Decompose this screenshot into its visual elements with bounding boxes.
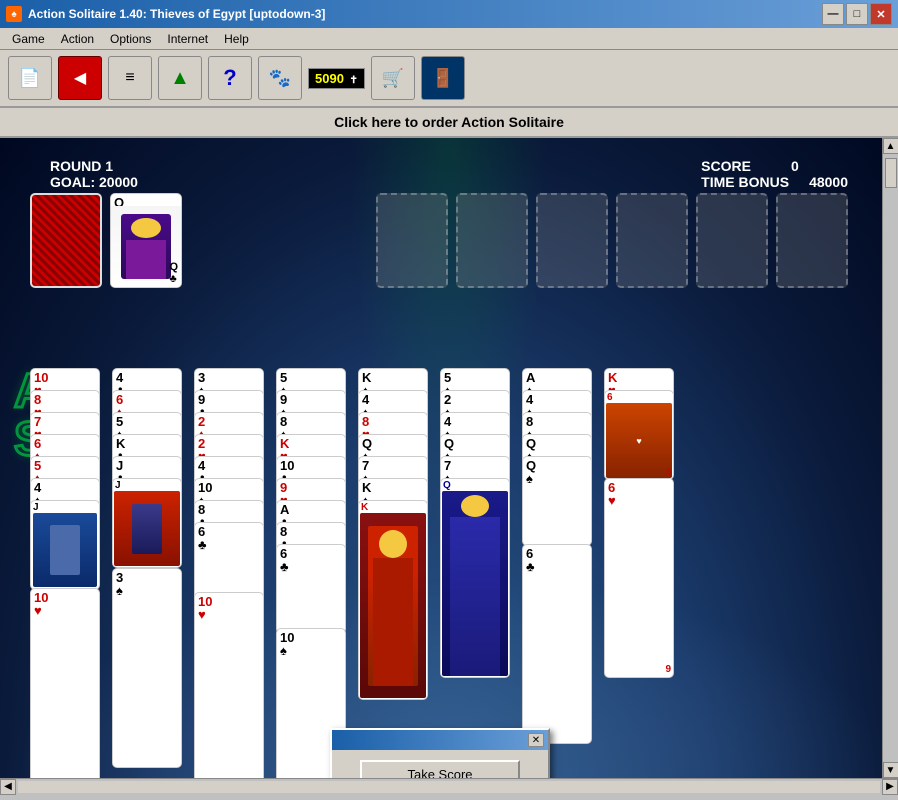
maximize-button[interactable]: □ xyxy=(846,3,868,25)
tableau-col-3: 3♠ 9♣ 2♦ 2♥ 4♣ 10♠ 8♣ 6♣ 10♥ xyxy=(194,368,270,708)
new-game-icon: 📄 xyxy=(19,68,41,89)
door-icon: 🚪 xyxy=(432,68,454,89)
top-section: Q ♣ Q♣ xyxy=(30,193,848,288)
table-row[interactable]: 6♣ xyxy=(522,544,592,744)
tableau-col-6: 5♠ 2♠ 4♠ Q♠ 7♠ Q xyxy=(440,368,516,728)
help-icon: ? xyxy=(223,65,236,91)
menu-internet[interactable]: Internet xyxy=(159,30,216,48)
menu-game[interactable]: Game xyxy=(4,30,53,48)
title-controls[interactable]: — □ ✕ xyxy=(822,3,892,25)
tableau-col-5: K♠ 4♠ 8♥ Q♠ 7♠ K♠ K xyxy=(358,368,434,728)
table-row[interactable]: 6♥9 xyxy=(604,478,674,678)
close-button[interactable]: ✕ xyxy=(870,3,892,25)
tableau-col-8: K♥ 6 ♥ 9 6♥9 xyxy=(604,368,680,708)
scroll-left-button[interactable]: ◀ xyxy=(0,779,16,795)
title-bar: ♠ Action Solitaire 1.40: Thieves of Egyp… xyxy=(0,0,898,28)
deal-button[interactable]: ▲ xyxy=(158,56,202,100)
stats-area: ROUND 1 GOAL: 20000 xyxy=(50,158,138,190)
round-label: ROUND 1 xyxy=(50,158,138,174)
help-button[interactable]: ? xyxy=(208,56,252,100)
foundation-2[interactable] xyxy=(456,193,528,288)
title-bar-left: ♠ Action Solitaire 1.40: Thieves of Egyp… xyxy=(6,6,325,22)
table-row[interactable]: 10 ♥ xyxy=(30,588,100,778)
paw-icon: 🐾 xyxy=(269,68,291,89)
window-title: Action Solitaire 1.40: Thieves of Egypt … xyxy=(28,7,325,21)
cart-button[interactable]: 🛒 xyxy=(371,56,415,100)
toolbar: 📄 ◀ ≡ ▲ ? 🐾 5090 ✝ 🛒 🚪 xyxy=(0,50,898,108)
table-row[interactable]: Q xyxy=(440,478,510,678)
menu-action[interactable]: Action xyxy=(53,30,102,48)
scroll-down-button[interactable]: ▼ xyxy=(883,762,898,778)
table-row[interactable]: 6 ♥ 9 xyxy=(604,390,674,480)
promo-bar[interactable]: Click here to order Action Solitaire xyxy=(0,108,898,138)
time-bonus-value: 48000 xyxy=(809,174,848,190)
scroll-thumb[interactable] xyxy=(885,158,897,188)
deal-icon: ▲ xyxy=(170,67,190,90)
cart-icon: 🛒 xyxy=(382,68,404,89)
dialog-title-bar: ✕ xyxy=(332,730,548,750)
score-label: SCORE xyxy=(701,158,751,174)
table-row[interactable]: 3♠ xyxy=(112,568,182,768)
tableau-col-7: A♠ 4♠ 8♠ Q♠ Q♠ 6♣ xyxy=(522,368,598,708)
scroll-right-button[interactable]: ▶ xyxy=(882,779,898,795)
time-bonus-label: TIME BONUS xyxy=(701,174,789,190)
foundation-3[interactable] xyxy=(536,193,608,288)
scroll-up-button[interactable]: ▲ xyxy=(883,138,898,154)
stock-waste-area: Q ♣ Q♣ xyxy=(30,193,182,288)
menu-options[interactable]: Options xyxy=(102,30,159,48)
tableau-col-4: 5♠ 9♠ 8♠ K♥ 10♣ 9♥ A♣ 8♣ 6♣ 10♠ xyxy=(276,368,352,748)
scrollbar-bottom: ◀ ▶ xyxy=(0,778,898,794)
foundations-area xyxy=(376,193,848,288)
app-icon: ♠ xyxy=(6,6,22,22)
notes-icon: ≡ xyxy=(125,69,134,87)
undo-icon: ◀ xyxy=(74,68,86,88)
tableau: 10♥ ♥♥♥♥♥♥ 8♥ 7♥ 6♦ 5♦ 4♠ J xyxy=(30,368,848,748)
table-row[interactable]: 10♥ xyxy=(194,592,264,778)
minimize-button[interactable]: — xyxy=(822,3,844,25)
take-score-dialog: ✕ Take Score xyxy=(330,728,550,778)
foundation-6[interactable] xyxy=(776,193,848,288)
score-value: 0 xyxy=(791,158,799,174)
take-score-button[interactable]: Take Score xyxy=(360,760,520,778)
menu-help[interactable]: Help xyxy=(216,30,257,48)
notes-button[interactable]: ≡ xyxy=(108,56,152,100)
foundation-1[interactable] xyxy=(376,193,448,288)
foundation-4[interactable] xyxy=(616,193,688,288)
stock-pile[interactable] xyxy=(30,193,102,288)
score-area: SCORE 0 TIME BONUS 48000 xyxy=(701,158,848,190)
table-row[interactable]: K xyxy=(358,500,428,700)
goal-label: GOAL: 20000 xyxy=(50,174,138,190)
dialog-close-button[interactable]: ✕ xyxy=(528,733,544,747)
dialog-body: Take Score xyxy=(332,750,548,778)
paw-button[interactable]: 🐾 xyxy=(258,56,302,100)
table-row[interactable]: J xyxy=(30,500,100,590)
scrollbar-right: ▲ ▼ xyxy=(882,138,898,778)
menu-bar: Game Action Options Internet Help xyxy=(0,28,898,50)
score-badge: 5090 ✝ xyxy=(308,68,365,89)
horizontal-scroll-track xyxy=(18,781,880,793)
table-row[interactable]: Q♠ xyxy=(522,456,592,546)
game-area: AS ROUND 1 GOAL: 20000 SCORE 0 TIME BONU… xyxy=(0,138,898,778)
door-button[interactable]: 🚪 xyxy=(421,56,465,100)
tableau-col-2: 4♣ 6♦ 5♠ K♣ J♣ J 3♠ xyxy=(112,368,188,708)
foundation-5[interactable] xyxy=(696,193,768,288)
table-row[interactable]: J xyxy=(112,478,182,568)
undo-button[interactable]: ◀ xyxy=(58,56,102,100)
table-row[interactable]: 6♣ xyxy=(276,544,346,634)
tableau-col-1: 10♥ ♥♥♥♥♥♥ 8♥ 7♥ 6♦ 5♦ 4♠ J xyxy=(30,368,106,708)
new-game-button[interactable]: 📄 xyxy=(8,56,52,100)
waste-pile[interactable]: Q ♣ Q♣ xyxy=(110,193,182,288)
